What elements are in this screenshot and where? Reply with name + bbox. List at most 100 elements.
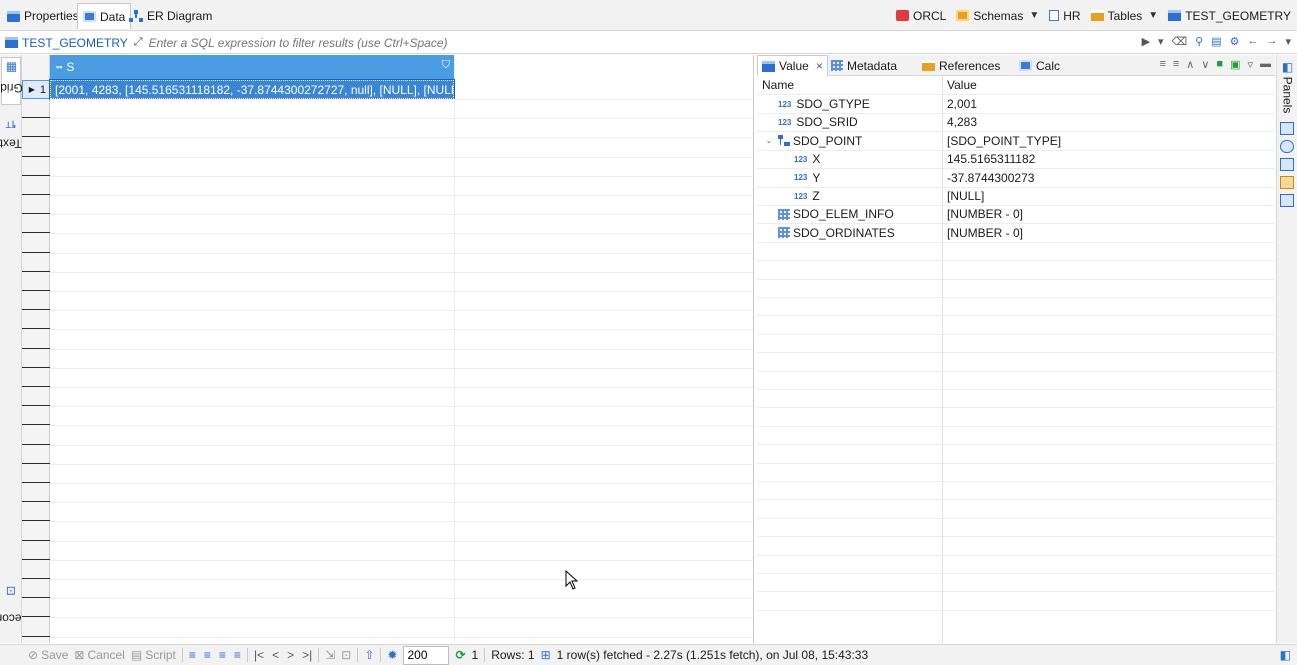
panel-layout-icon[interactable]: ◧	[1280, 648, 1291, 662]
wrap-icon[interactable]: ≡	[1173, 58, 1179, 71]
saved-filters-icon[interactable]: ▤	[1211, 35, 1221, 48]
row-number-cell	[22, 291, 50, 311]
edit-row-icon[interactable]: ≡	[189, 648, 196, 662]
settings-gear-icon[interactable]: ✹	[387, 648, 397, 662]
column-header-s[interactable]: ▪▪ S ⛉	[50, 55, 454, 79]
tree-row[interactable]: ⌄ SDO_POINT [SDO_POINT_TYPE]	[757, 132, 1275, 151]
tab-properties[interactable]: Properties	[2, 3, 84, 29]
field-name: SDO_GTYPE	[796, 97, 870, 111]
filter-table-name[interactable]: TEST_GEOMETRY	[0, 36, 128, 50]
connection-selector[interactable]: ORCL	[895, 9, 946, 23]
next-icon[interactable]: ∨	[1201, 58, 1209, 71]
table-icon	[1168, 10, 1182, 21]
refresh-icon[interactable]: ⟳	[455, 648, 465, 662]
separator	[181, 648, 183, 662]
separator	[357, 648, 359, 662]
array-type-icon	[778, 227, 790, 239]
minimize-icon[interactable]: ▬	[1260, 58, 1271, 71]
grid-row-line	[50, 271, 753, 273]
last-page-icon[interactable]: >|	[302, 648, 312, 662]
panel-menu-icon[interactable]: ▿	[1247, 58, 1253, 71]
row-number-cell	[22, 618, 50, 637]
tree-row[interactable]: 123 Z [NULL]	[757, 187, 1275, 206]
fetch-size-input[interactable]	[403, 645, 450, 665]
filter-toolbar: ▶ ▾ ⌫ ⚲ ▤ ⚙ ← → ▾	[1142, 35, 1291, 48]
table-test-geometry[interactable]: TEST_GEOMETRY	[1168, 9, 1291, 23]
tree-row[interactable]: 123 SDO_GTYPE 2,001	[757, 95, 1275, 114]
fetch-all-icon[interactable]: ⊡	[341, 648, 351, 662]
save-icon[interactable]: ■	[1216, 58, 1223, 71]
tree-name-cell: SDO_ELEM_INFO	[757, 205, 942, 224]
row-number-cell	[22, 176, 50, 195]
export-icon[interactable]: ⇧	[364, 648, 374, 662]
refresh-count: 1	[471, 648, 479, 662]
chevron-down-icon: ▼	[1148, 10, 1159, 21]
row-number-cell	[22, 483, 50, 503]
value-panel-icon[interactable]	[1280, 122, 1294, 135]
tree-row[interactable]: 123 SDO_SRID 4,283	[757, 113, 1275, 133]
results-grid[interactable]: ▪▪ S ⛉ ▶ 1 [2001, 4283, [145.51653111818…	[22, 55, 754, 643]
panels-toggle[interactable]: ◧ Panels	[1279, 60, 1296, 113]
row-edit-tools: ≡ ≡ ≡ ≡	[189, 648, 241, 662]
add-row-icon[interactable]: ≡	[204, 648, 211, 662]
tree-row[interactable]: SDO_ORDINATES [NUMBER - 0]	[757, 224, 1275, 243]
tab-calc[interactable]: Calc	[1015, 55, 1064, 76]
copy-row-icon[interactable]: ≡	[219, 648, 226, 662]
tab-metadata[interactable]: Metadata	[827, 55, 901, 76]
expand-icon[interactable]: ⤢	[134, 36, 143, 49]
more-options-icon[interactable]: ▾	[1285, 35, 1291, 48]
row-number-column	[22, 55, 50, 643]
tree-empty-row	[757, 592, 1275, 611]
filter-settings-icon[interactable]: ⚲	[1195, 35, 1203, 48]
calc-panel-icon[interactable]	[1280, 194, 1294, 207]
row-number-cell	[22, 195, 50, 215]
first-page-icon[interactable]: |<	[254, 648, 264, 662]
fetch-next-icon[interactable]: ⇲	[325, 648, 335, 662]
history-dropdown-icon[interactable]: ▾	[1158, 35, 1164, 48]
tab-value[interactable]: Value ×	[757, 55, 828, 76]
previous-icon[interactable]: ∧	[1186, 58, 1194, 71]
schema-hr[interactable]: HR	[1049, 9, 1081, 23]
cancel-button[interactable]: ⊠ Cancel	[74, 648, 124, 662]
filter-input[interactable]	[148, 35, 1049, 50]
metadata-panel-icon[interactable]	[1280, 140, 1294, 153]
format-icon[interactable]: ≡	[1159, 58, 1165, 71]
tree-row[interactable]: 123 Y -37.8744300273	[757, 169, 1275, 188]
next-page-icon[interactable]: >	[287, 648, 294, 662]
grid-row-line	[50, 291, 753, 292]
grid-row-line	[50, 137, 753, 139]
save-button[interactable]: ⊘ Save	[28, 648, 68, 662]
run-filter-icon[interactable]: ▶	[1142, 35, 1150, 48]
tab-er-diagram[interactable]: ER Diagram	[124, 3, 217, 29]
tab-grid[interactable]: Grid ▦	[0, 57, 22, 105]
tree-name-cell: 123 SDO_SRID	[757, 113, 942, 132]
script-button[interactable]: ▤ Script	[131, 648, 176, 662]
sort-filter-icon[interactable]: ⛉	[442, 59, 450, 72]
chevron-down-icon[interactable]: ⌄	[763, 136, 775, 145]
tables-selector[interactable]: Tables ▼	[1090, 9, 1159, 23]
grid-row-line	[50, 425, 753, 427]
tree-row[interactable]: SDO_ELEM_INFO [NUMBER - 0]	[757, 205, 1275, 225]
tree-row[interactable]: 123 X 145.5165311182	[757, 150, 1275, 170]
tab-record[interactable]: Record⊡	[0, 583, 30, 641]
field-name: SDO_ORDINATES	[793, 225, 895, 240]
save-to-file-icon[interactable]: ▣	[1230, 58, 1240, 71]
close-icon[interactable]: ×	[816, 59, 823, 73]
erase-filter-icon[interactable]: ⌫	[1172, 35, 1188, 48]
delete-row-icon[interactable]: ≡	[234, 648, 241, 662]
filter-options-icon[interactable]: ⚙	[1230, 35, 1240, 48]
grid-cell-selected[interactable]: [2001, 4283, [145.516531118182, -37.8744…	[49, 79, 455, 100]
row-number[interactable]: ▶ 1	[22, 80, 50, 99]
tree-empty-row	[757, 353, 1275, 372]
field-value: [SDO_POINT_TYPE]	[947, 133, 1062, 148]
tab-references[interactable]: References	[918, 55, 1004, 76]
references-panel-icon[interactable]	[1280, 176, 1294, 189]
number-type-icon: 123	[778, 99, 792, 109]
schemas-selector[interactable]: Schemas ▼	[956, 9, 1039, 23]
back-icon[interactable]: ←	[1247, 35, 1258, 48]
previous-page-icon[interactable]: <	[272, 648, 279, 662]
forward-icon[interactable]: →	[1266, 35, 1277, 48]
tab-text[interactable]: Text ¶T	[0, 113, 22, 161]
tree-empty-row	[757, 537, 1275, 556]
grouping-panel-icon[interactable]	[1280, 158, 1294, 171]
